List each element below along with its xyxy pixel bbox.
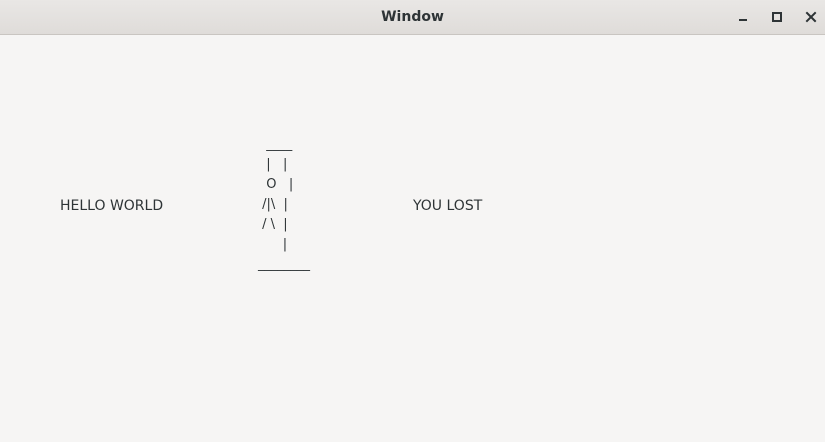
game-status-label: YOU LOST [413,198,483,214]
maximize-icon [771,11,783,23]
maximize-button[interactable] [766,7,788,27]
title-bar[interactable]: Window [0,0,825,35]
main-content: HELLO WORLD ____ | | O | /|\ | / \ | | _… [0,35,825,442]
hangman-drawing: ____ | | O | /|\ | / \ | | ________ [258,137,310,272]
minimize-icon [737,11,749,23]
window-title: Window [381,9,444,25]
close-icon [805,11,817,23]
hello-world-label: HELLO WORLD [60,198,164,214]
minimize-button[interactable] [732,7,754,27]
app-window: Window HELLO WORLD ____ | | O | /|\ | / … [0,0,825,442]
close-button[interactable] [800,7,822,27]
